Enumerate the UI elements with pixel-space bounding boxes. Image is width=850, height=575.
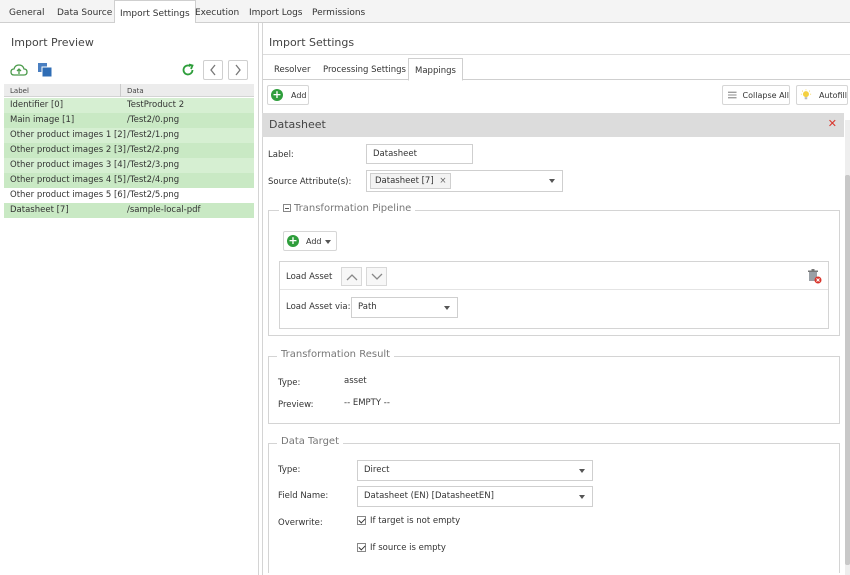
move-down-button[interactable] [366,267,387,286]
title-divider [263,54,850,55]
table-row[interactable]: Main image [1]/Test2/0.png [4,113,254,128]
pipeline-step-header [280,262,828,290]
chevron-down-icon [325,240,331,244]
target-type-select[interactable]: Direct [357,460,593,481]
datasheet-section-header[interactable]: Datasheet ✕ [262,113,844,137]
remove-tag-icon[interactable]: × [439,176,446,186]
prev-button[interactable] [203,60,223,80]
label-field-label: Label: [268,150,294,160]
chevron-right-icon [235,64,241,76]
tab-import-logs[interactable]: Import Logs [249,0,303,23]
add-icon: + [271,88,283,101]
result-type-value: asset [344,376,367,386]
result-preview-label: Preview: [278,400,314,410]
source-attributes-label: Source Attribute(s): [268,177,352,187]
source-attributes-select[interactable]: Datasheet [7] × [366,170,563,192]
tab-resolver[interactable]: Resolver [274,58,311,80]
collapse-all-button[interactable]: Collapse All [722,85,790,105]
column-header-data[interactable]: Data [127,87,144,95]
tab-processing-settings[interactable]: Processing Settings [323,58,406,80]
overwrite-if-source-empty[interactable]: If source is empty [357,543,446,553]
chevron-down-icon [371,273,382,280]
overwrite-if-target-not-empty[interactable]: If target is not empty [357,516,460,526]
chevron-up-icon [346,273,357,280]
field-name-label: Field Name: [278,491,329,501]
next-button[interactable] [228,60,248,80]
label-input[interactable]: Datasheet [366,144,473,164]
result-legend: Transformation Result [277,349,395,360]
chevron-down-icon [549,179,555,183]
table-row[interactable]: Identifier [0] TestProduct 2 [4,98,254,113]
pipeline-add-button[interactable]: + Add [283,231,337,251]
table-row[interactable]: Other product images 3 [4]/Test2/3.png [4,158,254,173]
chevron-left-icon [210,64,216,76]
result-preview-value: -- EMPTY -- [344,398,390,408]
table-row[interactable]: Other product images 5 [6]/Test2/5.png [4,188,254,203]
tab-permissions[interactable]: Permissions [312,0,365,23]
trash-delete-icon [808,269,822,284]
chevron-down-icon [579,495,585,499]
chevron-down-icon [444,306,450,310]
step-name: Load Asset [286,272,333,282]
add-mapping-button[interactable]: + Add [267,85,309,105]
tab-import-settings[interactable]: Import Settings [114,0,196,24]
main-tab-bar: General Data Source Import Settings Exec… [0,0,850,24]
tab-data-source[interactable]: Data Source [57,0,112,23]
column-divider [120,84,121,97]
collapse-icon[interactable] [283,204,291,212]
overwrite-label: Overwrite: [278,518,323,528]
result-type-label: Type: [278,378,301,388]
delete-step-button[interactable] [806,268,822,287]
load-asset-via-label: Load Asset via: [286,302,351,312]
autofill-button[interactable]: Autofill [796,85,848,105]
section-title: Datasheet [269,118,326,131]
field-name-select[interactable]: Datasheet (EN) [DatasheetEN] [357,486,593,507]
target-type-label: Type: [278,465,301,475]
refresh-icon [182,63,194,76]
pipeline-legend: Transformation Pipeline [279,203,416,214]
preview-grid-header: Label Data [4,84,254,97]
close-icon[interactable]: ✕ [828,117,837,130]
copy-button[interactable] [35,60,55,80]
scrollbar-thumb[interactable] [845,175,850,565]
tab-general[interactable]: General [9,0,44,23]
target-legend: Data Target [277,436,343,447]
tab-execution[interactable]: Execution [195,0,239,23]
copy-icon [38,63,53,78]
tab-mappings[interactable]: Mappings [408,58,463,81]
source-tag: Datasheet [7] × [370,173,452,189]
transformation-result-fieldset [268,356,840,424]
table-row[interactable]: Other product images 4 [5]/Test2/4.png [4,173,254,188]
chevron-down-icon [579,469,585,473]
list-icon [728,91,737,99]
checkbox-checked-icon[interactable] [357,516,366,525]
load-asset-via-select[interactable]: Path [351,297,458,318]
table-row[interactable]: Other product images 1 [2]/Test2/1.png [4,128,254,143]
table-row[interactable]: Other product images 2 [3]/Test2/2.png [4,143,254,158]
settings-tab-bar: Resolver Processing Settings Mappings [263,58,850,81]
add-icon: + [287,234,299,247]
move-up-button[interactable] [341,267,362,286]
lightbulb-icon [800,89,812,100]
cloud-upload-icon [10,64,28,76]
checkbox-checked-icon[interactable] [357,543,366,552]
refresh-button[interactable] [178,60,198,80]
import-preview-title: Import Preview [11,36,94,49]
column-header-label[interactable]: Label [10,87,29,95]
upload-button[interactable] [9,60,29,80]
table-row[interactable]: Datasheet [7]/sample-local-pdf [4,203,254,218]
import-settings-title: Import Settings [269,36,355,49]
